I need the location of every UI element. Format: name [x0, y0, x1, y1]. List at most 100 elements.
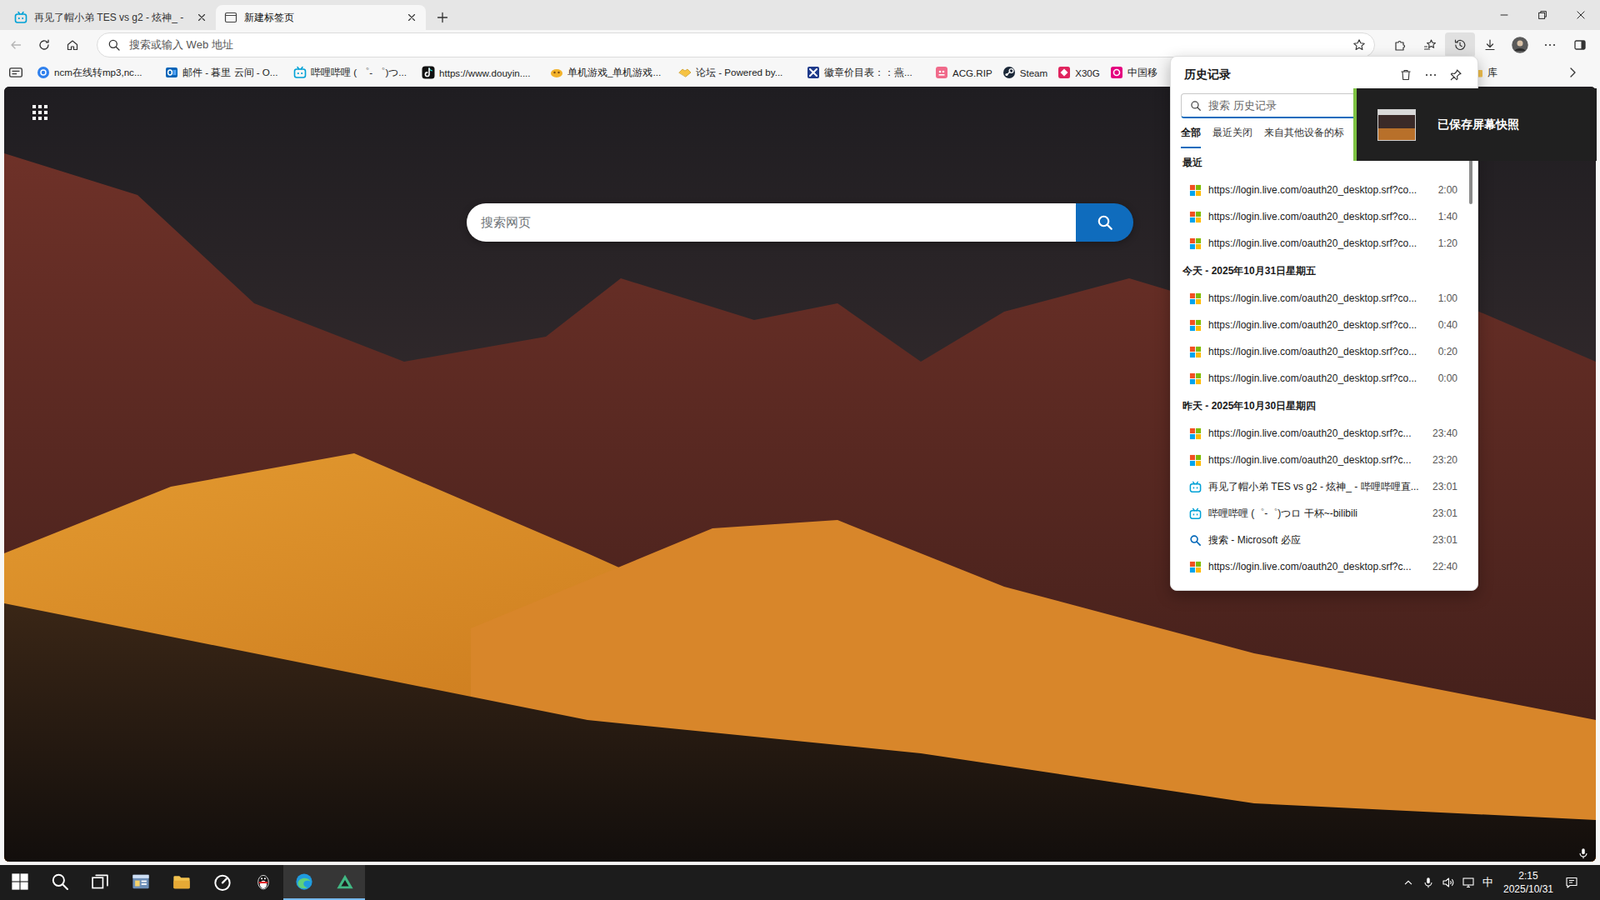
bilibili-tv-icon: [14, 10, 28, 25]
browser-tab[interactable]: 再见了帽小弟 TES vs g2 - 炫神_ -: [5, 5, 216, 30]
history-item[interactable]: https://login.live.com/oauth20_desktop.s…: [1170, 203, 1478, 230]
music-note-icon: [421, 65, 435, 80]
restore-icon: [1536, 9, 1549, 21]
minimize-button[interactable]: [1485, 0, 1524, 30]
home-button[interactable]: [58, 32, 87, 58]
history-item[interactable]: https://login.live.com/oauth20_desktop.s…: [1170, 311, 1478, 339]
refresh-icon: [37, 38, 51, 52]
history-item[interactable]: https://login.live.com/oauth20_desktop.s…: [1170, 420, 1478, 447]
favorite-label: 中国移: [1127, 66, 1158, 80]
folder-label: 库: [1487, 66, 1498, 80]
history-more-button[interactable]: [1418, 63, 1444, 87]
history-item-title: https://login.live.com/oauth20_desktop.s…: [1208, 210, 1425, 223]
network-icon: [1461, 875, 1475, 890]
history-item[interactable]: 哔哩哔哩 (゜-゜)つロ 干杯~-bilibili23:01: [1170, 500, 1478, 527]
favorite-item[interactable]: 单机游戏_单机游戏...: [545, 62, 674, 83]
microphone-status[interactable]: [1418, 876, 1439, 889]
taskbar-button[interactable]: [0, 865, 40, 900]
history-tab[interactable]: 最近关闭: [1212, 118, 1253, 149]
favorite-item[interactable]: 论坛 - Powered by...: [673, 62, 802, 83]
network-status[interactable]: [1458, 875, 1479, 890]
history-button[interactable]: [1445, 32, 1475, 58]
music-disc-icon: [36, 65, 50, 80]
close-icon[interactable]: [405, 11, 418, 24]
system-tray: 中2:152025/10/31: [1398, 865, 1600, 900]
history-item[interactable]: https://login.live.com/oauth20_desktop.s…: [1170, 176, 1478, 204]
web-search-input[interactable]: 搜索网页: [466, 203, 1076, 242]
apps-grid-icon[interactable]: [32, 105, 48, 120]
history-item-title: https://login.live.com/oauth20_desktop.s…: [1208, 560, 1425, 573]
search-icon: [50, 872, 70, 891]
profile-button[interactable]: [1505, 32, 1535, 58]
clear-history-button[interactable]: [1393, 63, 1419, 87]
taskbar-button[interactable]: [80, 865, 120, 900]
history-item[interactable]: https://login.live.com/oauth20_desktop.s…: [1170, 446, 1478, 474]
history-item[interactable]: 搜索 - Microsoft 必应23:01: [1170, 526, 1478, 554]
history-tab[interactable]: 来自其他设备的标: [1264, 118, 1345, 149]
favorite-item[interactable]: 邮件 - 暮里 云间 - O...: [160, 62, 289, 83]
taskbar-button[interactable]: [201, 865, 243, 900]
browser-tab[interactable]: 新建标签页: [215, 5, 426, 30]
favorite-label: https://www.douyin....: [439, 67, 531, 79]
notification-icon: [1565, 875, 1579, 890]
bilibili-tv-icon: [293, 65, 307, 80]
clock[interactable]: 2:152025/10/31: [1496, 869, 1560, 896]
more-button[interactable]: [1535, 32, 1565, 58]
close-button[interactable]: [1561, 0, 1600, 30]
taskbar-button[interactable]: [283, 865, 325, 900]
favorite-item[interactable]: Steam: [997, 62, 1054, 83]
taskbar-button[interactable]: [324, 865, 365, 900]
home-icon: [65, 38, 80, 52]
pin-history-button[interactable]: [1443, 63, 1469, 87]
volume-status[interactable]: [1438, 875, 1459, 890]
new-tab-button[interactable]: [430, 5, 455, 30]
favorite-item[interactable]: 哔哩哔哩 ( ゜- ゜)つ...: [288, 62, 417, 83]
history-item[interactable]: https://login.live.com/oauth20_desktop.s…: [1170, 365, 1478, 392]
back-button[interactable]: [1, 32, 30, 58]
favorite-item[interactable]: 徽章价目表：：燕...: [801, 62, 930, 83]
history-item-time: 0:20: [1430, 345, 1458, 358]
star-icon[interactable]: [1352, 38, 1366, 52]
taskbar-button[interactable]: [40, 865, 80, 900]
favorites-button[interactable]: [1415, 32, 1445, 58]
history-item-title: https://login.live.com/oauth20_desktop.s…: [1208, 237, 1425, 250]
address-bar[interactable]: 搜索或输入 Web 地址: [96, 32, 1375, 58]
handshake-icon: [678, 65, 692, 80]
input-method[interactable]: 中: [1478, 875, 1497, 890]
history-tab[interactable]: 全部: [1180, 118, 1201, 149]
favorite-item[interactable]: X30G: [1052, 62, 1105, 83]
history-item[interactable]: https://login.live.com/oauth20_desktop.s…: [1170, 230, 1478, 257]
restore-button[interactable]: [1523, 0, 1562, 30]
history-item[interactable]: 再见了帽小弟 TES vs g2 - 炫神_ - 哔哩哔哩直...23:01: [1170, 473, 1478, 500]
favorites-list: ncm在线转mp3,nc...邮件 - 暮里 云间 - O...哔哩哔哩 ( ゜…: [31, 62, 1163, 83]
sidebar-icon: [1573, 38, 1587, 52]
sidebar-button[interactable]: [1565, 32, 1595, 58]
taskbar-button[interactable]: [242, 865, 284, 900]
notification-button[interactable]: [1560, 875, 1584, 890]
close-icon[interactable]: [195, 11, 208, 24]
extensions-button[interactable]: [1385, 32, 1415, 58]
history-scrollbar[interactable]: [1469, 153, 1473, 575]
refresh-button[interactable]: [30, 32, 59, 58]
scrollbar-thumb[interactable]: [1469, 153, 1473, 205]
favorite-item[interactable]: ACG.RIP: [930, 62, 998, 83]
favorite-item[interactable]: ncm在线转mp3,nc...: [31, 62, 160, 83]
web-search-button[interactable]: [1075, 203, 1134, 242]
reading-list-icon[interactable]: [8, 65, 24, 80]
favorite-item[interactable]: 中国移: [1105, 62, 1163, 83]
taskbar-button[interactable]: [120, 865, 161, 900]
game-site-icon: [550, 65, 564, 80]
task-view-icon: [90, 872, 110, 891]
history-item[interactable]: https://login.live.com/oauth20_desktop.s…: [1170, 285, 1478, 312]
search-icon: [107, 38, 121, 52]
downloads-button[interactable]: [1475, 32, 1505, 58]
show-hidden-icons[interactable]: [1398, 876, 1419, 889]
taskbar-button[interactable]: [160, 865, 202, 900]
file-explorer-icon: [172, 872, 191, 891]
history-item[interactable]: https://login.live.com/oauth20_desktop.s…: [1170, 553, 1478, 580]
window-controls: [1485, 0, 1600, 30]
chevron-right-icon[interactable]: [1565, 65, 1580, 80]
favorite-item[interactable]: https://www.douyin....: [416, 62, 545, 83]
screenshot-toast[interactable]: 已保存屏幕快照: [1353, 88, 1597, 161]
history-item[interactable]: https://login.live.com/oauth20_desktop.s…: [1170, 338, 1478, 365]
